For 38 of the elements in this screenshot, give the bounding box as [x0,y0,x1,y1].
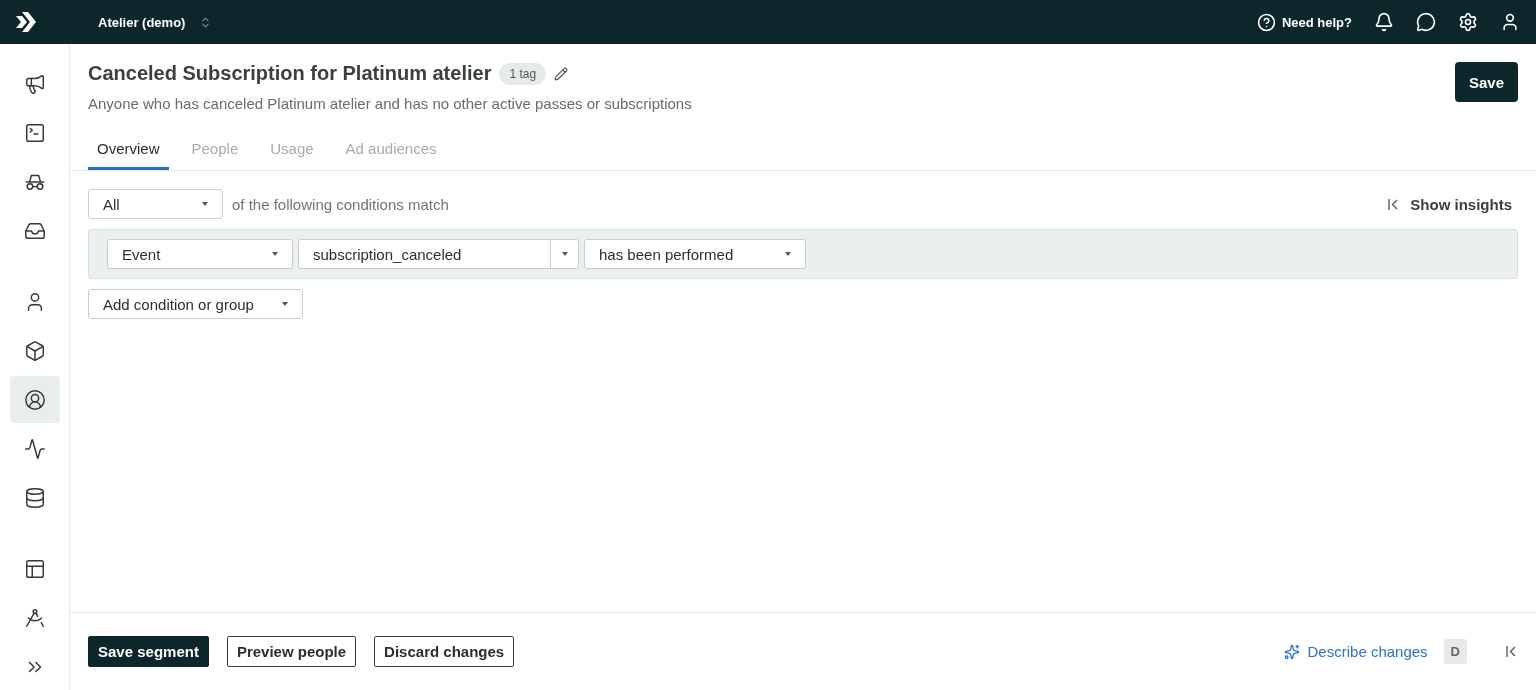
match-dropdown[interactable]: All [88,189,223,219]
workspace-name[interactable]: Atelier (demo) [98,14,186,30]
footer-button[interactable]: Save segment [88,636,209,667]
layout-icon [23,557,46,580]
condition-type-dropdown[interactable]: Event [107,239,293,269]
tag-count[interactable]: 1 tag [499,62,547,85]
settings-icon[interactable] [1458,12,1478,32]
user-icon[interactable] [1500,12,1520,32]
footer-button[interactable]: Discard changes [374,636,515,667]
collapse-icon[interactable] [1505,645,1518,658]
tab[interactable]: Overview [88,132,169,170]
add-condition-dropdown[interactable]: Add condition or group [88,289,303,319]
show-insights-button[interactable]: Show insights [1381,194,1518,214]
describe-changes-link[interactable]: Describe changes [1277,642,1434,661]
match-text: of the following conditions match [232,195,449,213]
event-combobox[interactable]: subscription_canceled [298,239,579,269]
edit-icon[interactable] [554,66,569,81]
collapse-icon [1387,197,1401,211]
pulse-icon [23,437,46,460]
bell-icon[interactable] [1374,12,1394,32]
help-icon[interactable] [1256,12,1276,32]
logo-icon[interactable] [16,12,38,32]
segment-title: Canceled Subscription for Platinum atelier [88,62,492,85]
cube-icon [23,339,46,362]
database-icon [23,486,46,509]
footer-button[interactable]: Preview people [226,636,357,667]
shortcut-key: D [1443,639,1467,664]
sidebar-item[interactable] [9,376,60,423]
save-button[interactable]: Save [1454,62,1518,102]
megaphone-icon [23,72,46,95]
help-link[interactable]: Need help? [1281,14,1352,30]
operator-dropdown[interactable]: has been performed [584,239,806,269]
segment-description: Anyone who has canceled Platinum atelier and has no other active passes or subscriptions [88,95,693,112]
user-circle-icon [23,388,46,411]
sparkles-icon [1283,643,1300,660]
chat-icon[interactable] [1416,12,1436,32]
compass-icon [23,606,46,629]
terminal-icon [23,121,46,144]
